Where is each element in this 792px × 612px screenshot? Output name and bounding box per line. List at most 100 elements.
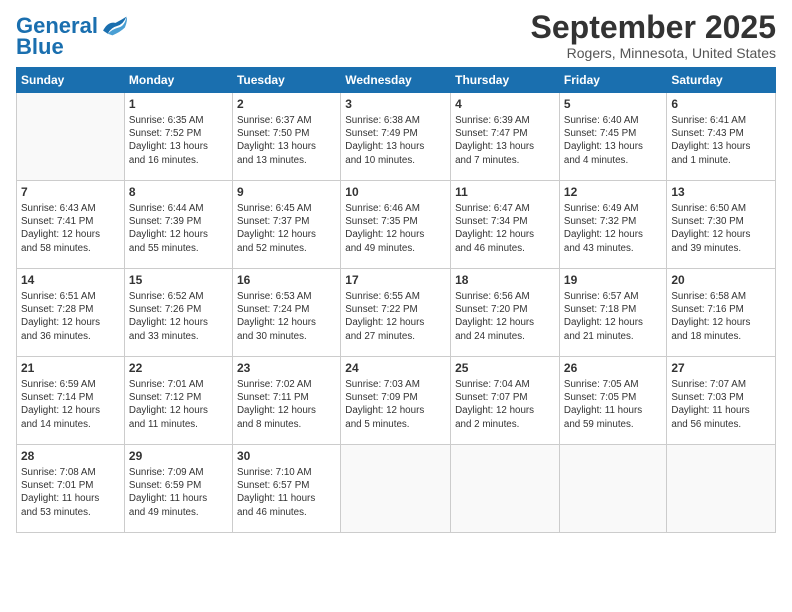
day-info: Sunrise: 6:39 AMSunset: 7:47 PMDaylight:… <box>455 114 555 167</box>
day-info: Sunrise: 7:10 AMSunset: 6:57 PMDaylight:… <box>237 466 336 519</box>
day-number: 1 <box>129 96 228 113</box>
day-number: 10 <box>345 184 446 201</box>
calendar-cell: 20Sunrise: 6:58 AMSunset: 7:16 PMDayligh… <box>667 269 776 357</box>
calendar-cell: 18Sunrise: 6:56 AMSunset: 7:20 PMDayligh… <box>451 269 560 357</box>
day-info: Sunrise: 6:50 AMSunset: 7:30 PMDaylight:… <box>671 202 771 255</box>
calendar-cell: 17Sunrise: 6:55 AMSunset: 7:22 PMDayligh… <box>341 269 451 357</box>
day-number: 7 <box>21 184 120 201</box>
day-info: Sunrise: 6:56 AMSunset: 7:20 PMDaylight:… <box>455 290 555 343</box>
day-info: Sunrise: 6:57 AMSunset: 7:18 PMDaylight:… <box>564 290 662 343</box>
day-number: 25 <box>455 360 555 377</box>
day-number: 26 <box>564 360 662 377</box>
day-info: Sunrise: 7:08 AMSunset: 7:01 PMDaylight:… <box>21 466 120 519</box>
calendar-cell: 24Sunrise: 7:03 AMSunset: 7:09 PMDayligh… <box>341 357 451 445</box>
day-info: Sunrise: 7:03 AMSunset: 7:09 PMDaylight:… <box>345 378 446 431</box>
week-row-2: 7Sunrise: 6:43 AMSunset: 7:41 PMDaylight… <box>17 181 776 269</box>
day-number: 9 <box>237 184 336 201</box>
page: General Blue September 2025 Rogers, Minn… <box>0 0 792 612</box>
calendar-cell: 16Sunrise: 6:53 AMSunset: 7:24 PMDayligh… <box>232 269 340 357</box>
day-info: Sunrise: 6:40 AMSunset: 7:45 PMDaylight:… <box>564 114 662 167</box>
day-number: 28 <box>21 448 120 465</box>
calendar-cell: 5Sunrise: 6:40 AMSunset: 7:45 PMDaylight… <box>559 93 666 181</box>
weekday-header-sunday: Sunday <box>17 68 125 93</box>
day-info: Sunrise: 6:58 AMSunset: 7:16 PMDaylight:… <box>671 290 771 343</box>
week-row-3: 14Sunrise: 6:51 AMSunset: 7:28 PMDayligh… <box>17 269 776 357</box>
day-number: 14 <box>21 272 120 289</box>
calendar-cell: 19Sunrise: 6:57 AMSunset: 7:18 PMDayligh… <box>559 269 666 357</box>
calendar-cell: 12Sunrise: 6:49 AMSunset: 7:32 PMDayligh… <box>559 181 666 269</box>
calendar-cell <box>341 445 451 533</box>
location: Rogers, Minnesota, United States <box>531 45 776 61</box>
day-number: 11 <box>455 184 555 201</box>
calendar-cell: 11Sunrise: 6:47 AMSunset: 7:34 PMDayligh… <box>451 181 560 269</box>
day-number: 24 <box>345 360 446 377</box>
calendar-cell: 2Sunrise: 6:37 AMSunset: 7:50 PMDaylight… <box>232 93 340 181</box>
weekday-header-tuesday: Tuesday <box>232 68 340 93</box>
day-number: 21 <box>21 360 120 377</box>
calendar-cell: 21Sunrise: 6:59 AMSunset: 7:14 PMDayligh… <box>17 357 125 445</box>
day-info: Sunrise: 7:05 AMSunset: 7:05 PMDaylight:… <box>564 378 662 431</box>
weekday-header-row: SundayMondayTuesdayWednesdayThursdayFrid… <box>17 68 776 93</box>
day-number: 22 <box>129 360 228 377</box>
calendar-cell: 4Sunrise: 6:39 AMSunset: 7:47 PMDaylight… <box>451 93 560 181</box>
weekday-header-friday: Friday <box>559 68 666 93</box>
day-info: Sunrise: 6:45 AMSunset: 7:37 PMDaylight:… <box>237 202 336 255</box>
header: General Blue September 2025 Rogers, Minn… <box>16 10 776 61</box>
day-info: Sunrise: 6:52 AMSunset: 7:26 PMDaylight:… <box>129 290 228 343</box>
calendar-cell: 28Sunrise: 7:08 AMSunset: 7:01 PMDayligh… <box>17 445 125 533</box>
day-number: 8 <box>129 184 228 201</box>
day-info: Sunrise: 6:59 AMSunset: 7:14 PMDaylight:… <box>21 378 120 431</box>
day-info: Sunrise: 6:35 AMSunset: 7:52 PMDaylight:… <box>129 114 228 167</box>
day-info: Sunrise: 6:53 AMSunset: 7:24 PMDaylight:… <box>237 290 336 343</box>
day-info: Sunrise: 6:38 AMSunset: 7:49 PMDaylight:… <box>345 114 446 167</box>
day-number: 4 <box>455 96 555 113</box>
weekday-header-monday: Monday <box>124 68 232 93</box>
calendar-cell <box>667 445 776 533</box>
title-block: September 2025 Rogers, Minnesota, United… <box>531 10 776 61</box>
calendar-cell: 26Sunrise: 7:05 AMSunset: 7:05 PMDayligh… <box>559 357 666 445</box>
day-number: 18 <box>455 272 555 289</box>
calendar-cell: 7Sunrise: 6:43 AMSunset: 7:41 PMDaylight… <box>17 181 125 269</box>
day-number: 15 <box>129 272 228 289</box>
day-number: 12 <box>564 184 662 201</box>
week-row-4: 21Sunrise: 6:59 AMSunset: 7:14 PMDayligh… <box>17 357 776 445</box>
calendar-cell: 14Sunrise: 6:51 AMSunset: 7:28 PMDayligh… <box>17 269 125 357</box>
day-info: Sunrise: 6:47 AMSunset: 7:34 PMDaylight:… <box>455 202 555 255</box>
weekday-header-wednesday: Wednesday <box>341 68 451 93</box>
logo: General Blue <box>16 14 128 60</box>
calendar-cell: 10Sunrise: 6:46 AMSunset: 7:35 PMDayligh… <box>341 181 451 269</box>
day-number: 6 <box>671 96 771 113</box>
calendar-cell: 30Sunrise: 7:10 AMSunset: 6:57 PMDayligh… <box>232 445 340 533</box>
logo-bird-icon <box>100 15 128 37</box>
day-info: Sunrise: 7:07 AMSunset: 7:03 PMDaylight:… <box>671 378 771 431</box>
calendar-cell: 3Sunrise: 6:38 AMSunset: 7:49 PMDaylight… <box>341 93 451 181</box>
calendar-cell: 23Sunrise: 7:02 AMSunset: 7:11 PMDayligh… <box>232 357 340 445</box>
calendar-cell: 22Sunrise: 7:01 AMSunset: 7:12 PMDayligh… <box>124 357 232 445</box>
day-number: 13 <box>671 184 771 201</box>
weekday-header-thursday: Thursday <box>451 68 560 93</box>
calendar-cell: 9Sunrise: 6:45 AMSunset: 7:37 PMDaylight… <box>232 181 340 269</box>
day-number: 30 <box>237 448 336 465</box>
day-info: Sunrise: 6:44 AMSunset: 7:39 PMDaylight:… <box>129 202 228 255</box>
day-number: 2 <box>237 96 336 113</box>
day-info: Sunrise: 6:37 AMSunset: 7:50 PMDaylight:… <box>237 114 336 167</box>
day-info: Sunrise: 6:51 AMSunset: 7:28 PMDaylight:… <box>21 290 120 343</box>
weekday-header-saturday: Saturday <box>667 68 776 93</box>
day-info: Sunrise: 7:01 AMSunset: 7:12 PMDaylight:… <box>129 378 228 431</box>
day-info: Sunrise: 6:41 AMSunset: 7:43 PMDaylight:… <box>671 114 771 167</box>
day-number: 17 <box>345 272 446 289</box>
day-info: Sunrise: 7:04 AMSunset: 7:07 PMDaylight:… <box>455 378 555 431</box>
day-info: Sunrise: 6:46 AMSunset: 7:35 PMDaylight:… <box>345 202 446 255</box>
day-number: 23 <box>237 360 336 377</box>
calendar-cell: 29Sunrise: 7:09 AMSunset: 6:59 PMDayligh… <box>124 445 232 533</box>
day-info: Sunrise: 7:02 AMSunset: 7:11 PMDaylight:… <box>237 378 336 431</box>
day-number: 20 <box>671 272 771 289</box>
calendar-cell <box>451 445 560 533</box>
day-number: 19 <box>564 272 662 289</box>
calendar-cell: 8Sunrise: 6:44 AMSunset: 7:39 PMDaylight… <box>124 181 232 269</box>
day-info: Sunrise: 6:49 AMSunset: 7:32 PMDaylight:… <box>564 202 662 255</box>
calendar-cell: 25Sunrise: 7:04 AMSunset: 7:07 PMDayligh… <box>451 357 560 445</box>
day-number: 29 <box>129 448 228 465</box>
day-number: 5 <box>564 96 662 113</box>
calendar-cell <box>17 93 125 181</box>
